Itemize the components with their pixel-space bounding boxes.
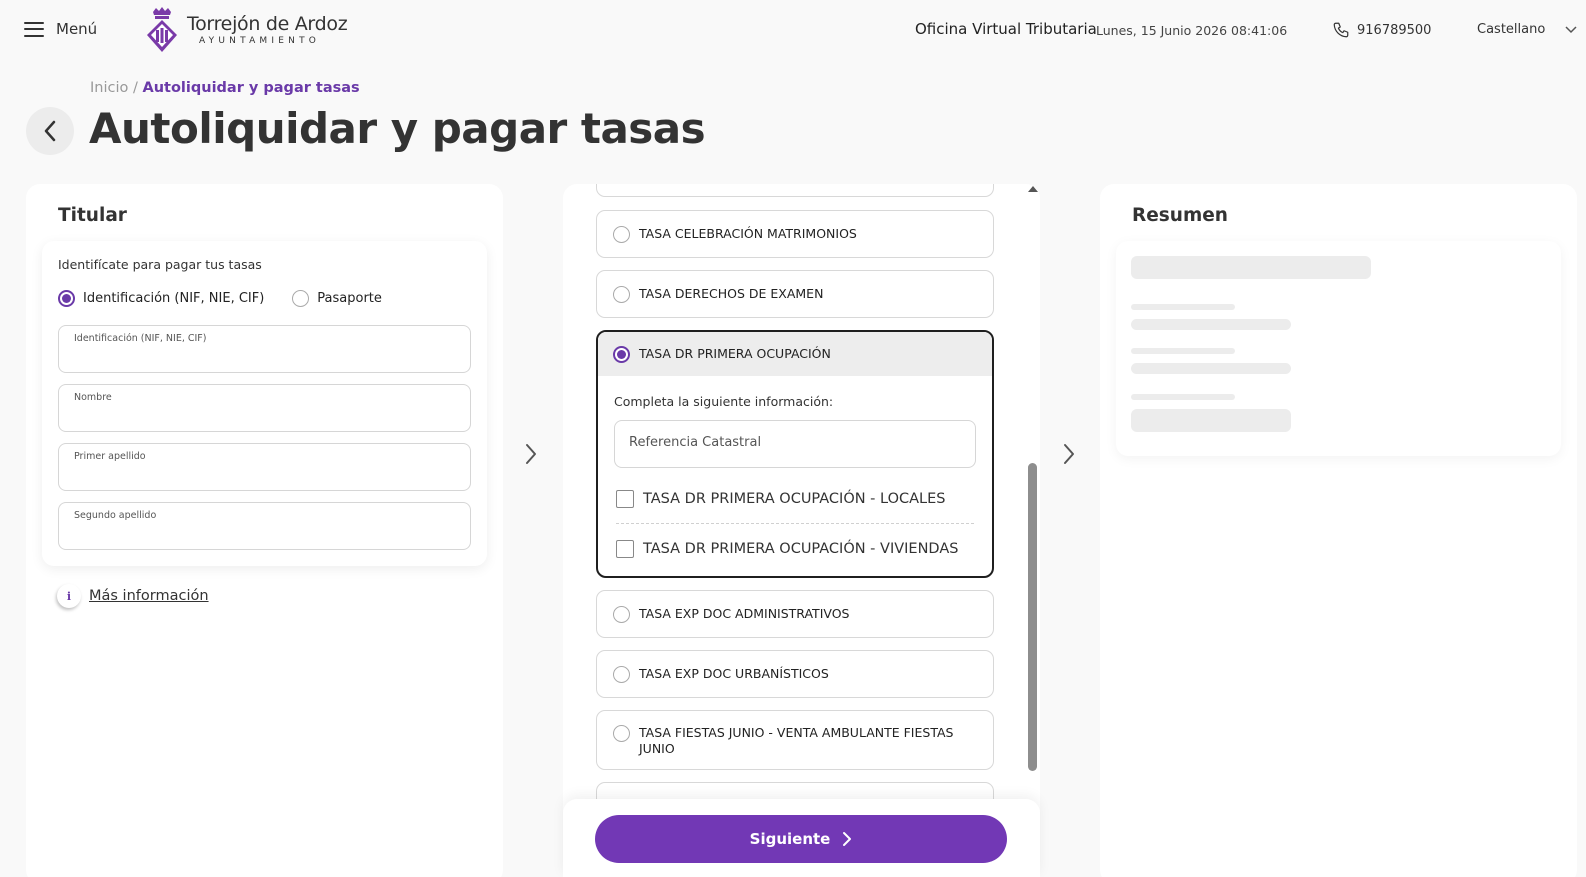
cadastral-reference-input[interactable] xyxy=(629,435,959,450)
subtasa-viviendas[interactable]: TASA DR PRIMERA OCUPACIÓN - VIVIENDAS xyxy=(616,540,958,558)
tasa-option[interactable]: TASA EXP DOC ADMINISTRATIVOS xyxy=(596,590,994,638)
menu-label: Menú xyxy=(56,20,98,38)
tasa-option[interactable]: TASA FIESTAS JUNIO - VENTA AMBULANTE FIE… xyxy=(596,710,994,770)
language-select[interactable]: Castellano xyxy=(1477,22,1577,37)
info-icon: i xyxy=(57,584,81,608)
site-logo[interactable]: Torrejón de Ardoz AYUNTAMIENTO xyxy=(143,6,348,54)
tasa-option[interactable]: TASA CELEBRACIÓN MATRIMONIOS xyxy=(596,210,994,258)
checkbox-locales[interactable] xyxy=(616,490,634,508)
scrollbar-thumb[interactable] xyxy=(1028,463,1037,771)
complete-info-hint: Completa la siguiente información: xyxy=(614,394,834,409)
second-surname-field[interactable]: Segundo apellido xyxy=(58,502,471,550)
chevron-right-icon[interactable] xyxy=(1060,441,1078,467)
id-type-nif-label: Identificación (NIF, NIE, CIF) xyxy=(83,291,265,306)
phone-icon xyxy=(1333,22,1349,38)
titular-title: Titular xyxy=(58,205,127,226)
id-type-passport-option[interactable]: Pasaporte xyxy=(292,290,382,307)
tasa-radio[interactable] xyxy=(613,665,630,683)
checkbox-viviendas[interactable] xyxy=(616,540,634,558)
skeleton-line xyxy=(1131,319,1291,330)
identification-hint: Identifícate para pagar tus tasas xyxy=(58,257,262,272)
language-label: Castellano xyxy=(1477,22,1546,37)
tasa-option-selected[interactable]: TASA DR PRIMERA OCUPACIÓN Completa la si… xyxy=(596,330,994,578)
scroll-up-arrow[interactable] xyxy=(1028,186,1038,192)
more-info-label: Más información xyxy=(89,588,209,604)
first-surname-field-label: Primer apellido xyxy=(74,451,146,462)
tasa-selected-header[interactable]: TASA DR PRIMERA OCUPACIÓN xyxy=(598,332,992,376)
id-type-passport-label: Pasaporte xyxy=(317,291,382,306)
tasa-label: TASA EXP DOC URBANÍSTICOS xyxy=(639,666,829,681)
cadastral-reference-field[interactable] xyxy=(614,420,976,468)
more-info-link[interactable]: i Más información xyxy=(57,584,209,608)
skeleton-line xyxy=(1131,363,1291,374)
identification-card: Identifícate para pagar tus tasas Identi… xyxy=(42,241,487,566)
menu-icon xyxy=(24,21,44,37)
first-surname-input[interactable] xyxy=(73,466,453,481)
second-surname-input[interactable] xyxy=(73,525,453,540)
breadcrumb-home[interactable]: Inicio xyxy=(90,80,128,96)
next-button-label: Siguiente xyxy=(749,830,831,848)
breadcrumb-separator: / xyxy=(128,80,143,96)
tasa-radio-selected[interactable] xyxy=(613,345,630,363)
skeleton-line xyxy=(1131,394,1235,400)
subtasa-label: TASA DR PRIMERA OCUPACIÓN - LOCALES xyxy=(643,491,946,507)
divider xyxy=(616,523,974,524)
name-input[interactable] xyxy=(73,407,453,422)
tasa-radio[interactable] xyxy=(613,725,630,742)
tasa-label: TASA DR PRIMERA OCUPACIÓN xyxy=(639,346,831,361)
next-button[interactable]: Siguiente xyxy=(595,815,1007,863)
phone-link[interactable]: 916789500 xyxy=(1332,21,1431,39)
summary-title: Resumen xyxy=(1132,205,1228,226)
titular-panel: Titular Identifícate para pagar tus tasa… xyxy=(26,184,503,877)
chevron-left-icon xyxy=(44,120,56,142)
skeleton-line xyxy=(1131,409,1291,432)
tasa-option-previous[interactable] xyxy=(596,184,994,197)
phone-number: 916789500 xyxy=(1357,22,1432,38)
office-title: Oficina Virtual Tributaria xyxy=(915,20,1097,38)
action-footer: Siguiente xyxy=(563,799,1040,877)
page-title: Autoliquidar y pagar tasas xyxy=(89,104,706,153)
summary-panel: Resumen xyxy=(1100,184,1577,877)
tasa-option[interactable]: TASA EXP DOC URBANÍSTICOS xyxy=(596,650,994,698)
back-button[interactable] xyxy=(26,107,74,155)
name-field[interactable]: Nombre xyxy=(58,384,471,432)
subtasa-label: TASA DR PRIMERA OCUPACIÓN - VIVIENDAS xyxy=(643,541,959,557)
tasa-label: TASA EXP DOC ADMINISTRATIVOS xyxy=(639,606,850,621)
subtasa-locales[interactable]: TASA DR PRIMERA OCUPACIÓN - LOCALES xyxy=(616,490,946,508)
breadcrumb-current: Autoliquidar y pagar tasas xyxy=(142,80,360,96)
id-type-group: Identificación (NIF, NIE, CIF) Pasaporte xyxy=(58,290,382,307)
chevron-down-icon xyxy=(1565,25,1577,33)
skeleton-line xyxy=(1131,304,1235,310)
skeleton-line xyxy=(1131,256,1371,279)
crest-logo xyxy=(147,7,177,52)
tasas-panel: TASA CELEBRACIÓN MATRIMONIOS TASA DERECH… xyxy=(563,184,1040,877)
radio-passport[interactable] xyxy=(292,290,310,307)
tasa-radio[interactable] xyxy=(613,225,630,243)
tasa-label: TASA DERECHOS DE EXAMEN xyxy=(639,286,824,301)
logo-subtitle: AYUNTAMIENTO xyxy=(199,36,321,46)
first-surname-field[interactable]: Primer apellido xyxy=(58,443,471,491)
menu-button[interactable]: Menú xyxy=(24,20,97,38)
tasa-label: TASA FIESTAS JUNIO - VENTA AMBULANTE FIE… xyxy=(639,725,954,756)
breadcrumb: Inicio / Autoliquidar y pagar tasas xyxy=(90,80,360,96)
tasa-radio[interactable] xyxy=(613,285,630,303)
identification-field[interactable]: Identificación (NIF, NIE, CIF) xyxy=(58,325,471,373)
identification-input[interactable] xyxy=(73,348,453,363)
tasa-option[interactable]: TASA DERECHOS DE EXAMEN xyxy=(596,270,994,318)
chevron-right-icon[interactable] xyxy=(522,441,540,467)
second-surname-field-label: Segundo apellido xyxy=(74,510,157,521)
name-field-label: Nombre xyxy=(74,392,112,403)
skeleton-line xyxy=(1131,348,1235,354)
top-bar: Menú Torrejón de Ardoz AYUNTAMIENTO Ofic… xyxy=(0,0,1586,62)
logo-name: Torrejón de Ardoz xyxy=(187,13,348,35)
tasa-radio[interactable] xyxy=(613,605,630,623)
tasa-label: TASA CELEBRACIÓN MATRIMONIOS xyxy=(639,226,857,241)
radio-nif[interactable] xyxy=(58,290,75,307)
current-datetime: Lunes, 15 Junio 2026 08:41:06 xyxy=(1096,23,1288,38)
chevron-right-icon xyxy=(843,832,852,846)
identification-field-label: Identificación (NIF, NIE, CIF) xyxy=(74,333,207,344)
id-type-nif-option[interactable]: Identificación (NIF, NIE, CIF) xyxy=(58,290,264,307)
summary-skeleton-card xyxy=(1116,241,1561,456)
